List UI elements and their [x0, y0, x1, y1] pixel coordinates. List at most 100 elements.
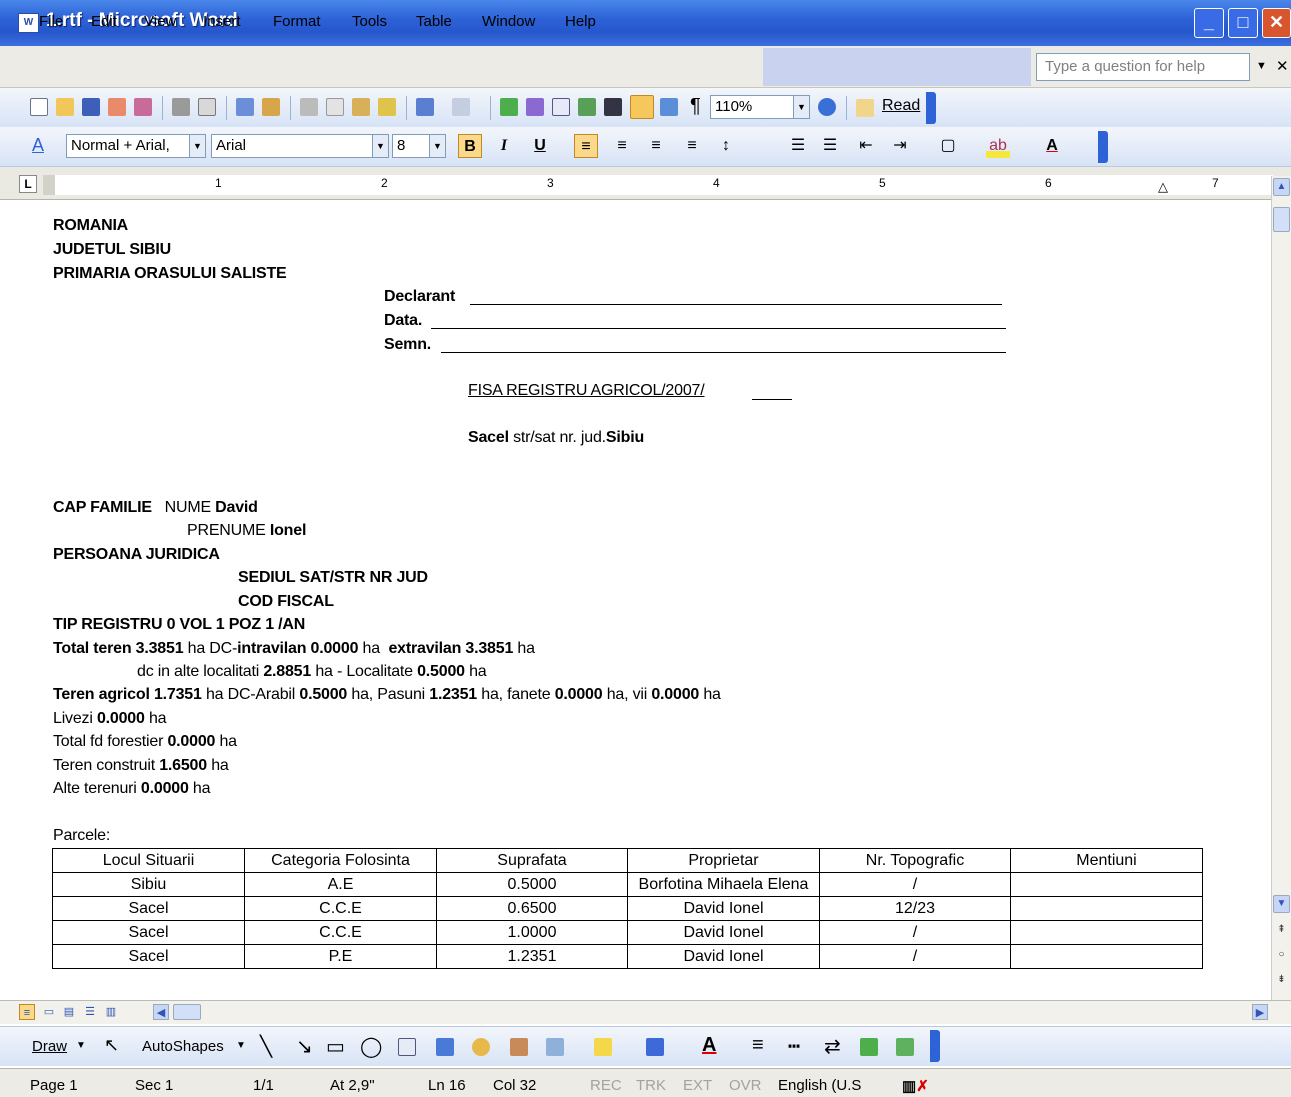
- status-ext[interactable]: EXT: [683, 1077, 712, 1094]
- align-center-button[interactable]: ≡: [610, 134, 634, 158]
- help-icon[interactable]: [818, 98, 836, 116]
- text-box-icon[interactable]: [398, 1038, 416, 1056]
- font-size-combo[interactable]: 8 ▼: [392, 134, 446, 158]
- cut-icon[interactable]: [300, 98, 318, 116]
- underline-button[interactable]: U: [528, 134, 552, 158]
- draw-menu[interactable]: Draw: [32, 1038, 67, 1055]
- style-combo[interactable]: Normal + Arial, ▼: [66, 134, 206, 158]
- toolbar-options-icon[interactable]: [926, 92, 936, 124]
- zoom-dropdown-icon[interactable]: ▼: [793, 96, 809, 118]
- select-browse-object-icon[interactable]: ○: [1273, 947, 1290, 965]
- clip-art-icon[interactable]: [510, 1038, 528, 1056]
- draw-font-color-icon[interactable]: A: [702, 1034, 716, 1057]
- menu-help[interactable]: Help: [565, 13, 596, 30]
- drawing-options-icon[interactable]: [930, 1030, 940, 1062]
- menu-table[interactable]: Table: [416, 13, 452, 30]
- fill-color-icon[interactable]: [594, 1038, 612, 1056]
- arrow-style-icon[interactable]: ⇄: [824, 1034, 841, 1059]
- align-right-button[interactable]: ≡: [644, 134, 668, 158]
- border-icon[interactable]: ▢: [936, 134, 960, 158]
- normal-view-icon[interactable]: ≡: [19, 1004, 35, 1020]
- maximize-button[interactable]: □: [1228, 8, 1258, 38]
- close-doc-icon[interactable]: ✕: [1276, 57, 1289, 75]
- print-preview-icon[interactable]: [198, 98, 216, 116]
- scroll-right-icon[interactable]: ▶: [1252, 1004, 1268, 1020]
- line-style-icon[interactable]: ≡: [752, 1034, 764, 1057]
- align-left-button[interactable]: ≡: [574, 134, 598, 158]
- drawing-icon[interactable]: [630, 95, 654, 119]
- bold-button[interactable]: B: [458, 134, 482, 158]
- show-hide-icon[interactable]: ¶: [690, 95, 701, 118]
- permission-icon[interactable]: [108, 98, 126, 116]
- oval-icon[interactable]: ◯: [360, 1034, 382, 1059]
- reading-layout-view-icon[interactable]: ▥: [103, 1004, 119, 1020]
- dash-style-icon[interactable]: ┅: [788, 1034, 800, 1059]
- format-painter-icon[interactable]: [378, 98, 396, 116]
- redo-icon[interactable]: [452, 98, 470, 116]
- ruler-strip[interactable]: [43, 175, 1273, 195]
- shadow-style-icon[interactable]: [860, 1038, 878, 1056]
- menu-format[interactable]: Format: [273, 13, 321, 30]
- help-search-input[interactable]: Type a question for help: [1036, 53, 1250, 81]
- 3d-style-icon[interactable]: [896, 1038, 914, 1056]
- previous-page-icon[interactable]: ⇞: [1273, 922, 1290, 940]
- close-button[interactable]: ✕: [1262, 8, 1291, 38]
- hscroll-thumb[interactable]: [173, 1004, 201, 1020]
- wordart-icon[interactable]: [436, 1038, 454, 1056]
- new-icon[interactable]: [30, 98, 48, 116]
- menu-edit[interactable]: Edit: [91, 13, 117, 30]
- arrow-icon[interactable]: ↘: [296, 1034, 313, 1059]
- menu-insert[interactable]: Insert: [203, 13, 241, 30]
- styles-icon[interactable]: A: [32, 135, 44, 156]
- scroll-down-icon[interactable]: ▼: [1273, 895, 1290, 913]
- line-spacing-icon[interactable]: ↕: [714, 134, 738, 158]
- numbering-icon[interactable]: ☰: [786, 134, 810, 158]
- font-color-icon[interactable]: A: [1040, 134, 1064, 158]
- font-size-dropdown-icon[interactable]: ▼: [429, 135, 445, 157]
- formatting-options-icon[interactable]: [1098, 131, 1108, 163]
- document-map-icon[interactable]: [660, 98, 678, 116]
- save-icon[interactable]: [82, 98, 100, 116]
- right-indent-marker[interactable]: △: [1158, 179, 1168, 195]
- tab-selector-icon[interactable]: L: [19, 175, 37, 193]
- research-icon[interactable]: [262, 98, 280, 116]
- copy-icon[interactable]: [326, 98, 344, 116]
- insert-excel-icon[interactable]: [578, 98, 596, 116]
- picture-icon[interactable]: [546, 1038, 564, 1056]
- autoshapes-menu[interactable]: AutoShapes: [142, 1038, 224, 1055]
- help-dropdown-icon[interactable]: ▼: [1256, 60, 1267, 72]
- scroll-up-icon[interactable]: ▲: [1273, 178, 1290, 196]
- read-button[interactable]: Read: [882, 97, 920, 115]
- style-dropdown-icon[interactable]: ▼: [189, 135, 205, 157]
- diagram-icon[interactable]: [472, 1038, 490, 1056]
- draw-dropdown-icon[interactable]: ▼: [76, 1040, 86, 1051]
- menu-window[interactable]: Window: [482, 13, 535, 30]
- menu-view[interactable]: View: [144, 13, 176, 30]
- insert-table-icon[interactable]: [552, 98, 570, 116]
- rectangle-icon[interactable]: ▭: [326, 1034, 345, 1059]
- spelling-status-icon[interactable]: ▥✗: [902, 1077, 929, 1095]
- line-color-icon[interactable]: [646, 1038, 664, 1056]
- next-page-icon[interactable]: ⇟: [1273, 972, 1290, 990]
- status-trk[interactable]: TRK: [636, 1077, 666, 1094]
- scroll-thumb[interactable]: [1273, 207, 1290, 232]
- open-icon[interactable]: [56, 98, 74, 116]
- paste-icon[interactable]: [352, 98, 370, 116]
- email-icon[interactable]: [134, 98, 152, 116]
- menu-tools[interactable]: Tools: [352, 13, 387, 30]
- font-combo[interactable]: Arial ▼: [211, 134, 389, 158]
- status-ovr[interactable]: OVR: [729, 1077, 762, 1094]
- print-layout-view-icon[interactable]: ▤: [61, 1004, 77, 1020]
- justify-button[interactable]: ≡: [680, 134, 704, 158]
- line-icon[interactable]: ╲: [260, 1034, 272, 1059]
- spelling-icon[interactable]: [236, 98, 254, 116]
- increase-indent-icon[interactable]: ⇥: [888, 134, 912, 158]
- outline-view-icon[interactable]: ☰: [82, 1004, 98, 1020]
- decrease-indent-icon[interactable]: ⇤: [854, 134, 878, 158]
- bullets-icon[interactable]: ☰: [818, 134, 842, 158]
- print-icon[interactable]: [172, 98, 190, 116]
- hyperlink-icon[interactable]: [500, 98, 518, 116]
- highlight-icon[interactable]: ab: [986, 134, 1010, 158]
- autoshapes-dropdown-icon[interactable]: ▼: [236, 1040, 246, 1051]
- menu-file[interactable]: File: [39, 13, 63, 30]
